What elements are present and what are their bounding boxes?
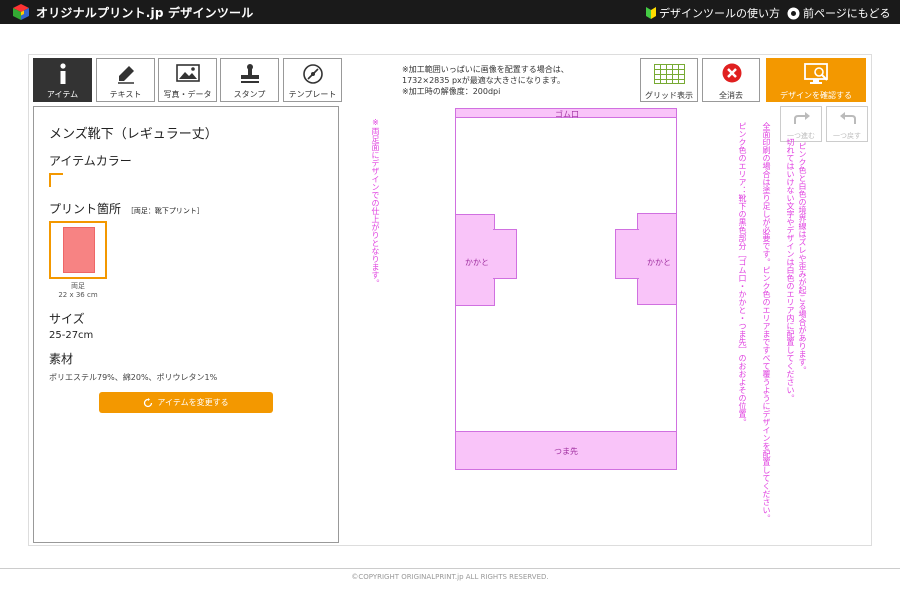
left-vertical-note: ※両足面にデザインでの仕上がりとなります。: [371, 118, 380, 287]
monitor-search-icon: [804, 63, 828, 84]
change-item-label: アイテムを変更する: [157, 398, 229, 407]
tab-template[interactable]: テンプレート: [283, 58, 342, 102]
confirm-design-label: デザインを確認する: [780, 91, 852, 100]
clear-all-label: 全消去: [719, 91, 743, 100]
note-line-3: ※加工時の解像度：200dpi: [402, 87, 501, 96]
right-vertical-note-1: ピンク色と白色の境界線はズレや歪みが起こる場合があります。: [798, 142, 807, 374]
stamp-icon: [240, 64, 259, 83]
tab-stamp-label: スタンプ: [233, 90, 266, 99]
thumb-size: 22 x 36 cm: [58, 291, 98, 299]
close-circle-icon: [722, 63, 742, 83]
footer-divider: [0, 568, 900, 569]
confirm-design-button[interactable]: デザインを確認する: [766, 58, 866, 102]
beginner-mark-icon: [646, 7, 656, 19]
undo-icon: [840, 112, 856, 124]
clear-all-button[interactable]: 全消去: [702, 58, 760, 102]
color-swatch[interactable]: [49, 173, 63, 187]
heel-area-left-step: [493, 229, 517, 279]
toe-label: つま先: [554, 447, 578, 456]
print-area-thumb[interactable]: [49, 221, 107, 279]
pen-icon: [117, 66, 134, 84]
size-value: 25-27cm: [49, 330, 94, 341]
redo-icon: [794, 112, 810, 124]
back-link-label: 前ページにもどる: [803, 7, 891, 20]
tab-stamp[interactable]: スタンプ: [220, 58, 279, 102]
size-heading: サイズ: [49, 312, 85, 326]
rib-label: ゴム口: [555, 110, 579, 119]
design-canvas[interactable]: ゴム口 かかと かかと つま先: [455, 108, 677, 470]
redo-button[interactable]: 一つ進む: [780, 106, 822, 142]
heel-label-right: かかと: [647, 258, 671, 267]
right-vertical-note-2: 切れてはいけない文字やデザインは白色のエリア内に配置してください。: [786, 138, 795, 402]
top-bar: オリジナルプリント.jp デザインツール デザインツールの使い方 前ページにもど…: [0, 0, 900, 24]
tab-item[interactable]: アイテム: [33, 58, 92, 102]
heel-area-right-step: [615, 229, 639, 279]
print-area-heading: プリント箇所 ［両足：靴下プリント］: [49, 200, 204, 217]
info-icon: [59, 63, 66, 84]
app-title: オリジナルプリント.jp デザインツール: [36, 6, 254, 20]
heel-label-left: かかと: [465, 258, 489, 267]
print-size-note: ※加工範囲いっぱいに画像を配置する場合は、 1732×2835 pxが最適な大き…: [402, 64, 569, 97]
grid-icon: [654, 64, 685, 84]
change-item-button[interactable]: アイテムを変更する: [99, 392, 273, 413]
material-value: ポリエステル79%、綿20%、ポリウレタン1%: [49, 373, 218, 382]
guide-link-label: デザインツールの使い方: [659, 7, 780, 20]
print-area-heading-label: プリント箇所: [49, 202, 122, 216]
right-vertical-note-3: 全面印刷の場合は塗り足しが必要です。ピンク色のエリアまですべて覆うようにデザイン…: [762, 122, 771, 522]
copyright: ©COPYRIGHT ORIGINALPRINT.jp ALL RIGHTS R…: [351, 573, 549, 581]
material-heading: 素材: [49, 352, 74, 366]
refresh-icon: [144, 397, 153, 407]
tab-template-label: テンプレート: [288, 90, 337, 99]
image-icon: [175, 64, 200, 82]
tab-text[interactable]: テキスト: [96, 58, 155, 102]
back-link[interactable]: 前ページにもどる: [787, 5, 891, 21]
right-vertical-note-4: ピンク色のエリア：靴下の黒色部分［ゴム口・かかと・つま先］のおおよその位置。: [738, 122, 747, 426]
tab-photo[interactable]: 写真・データ: [158, 58, 217, 102]
tab-text-label: テキスト: [109, 90, 142, 99]
note-line-1: ※加工範囲いっぱいに画像を配置する場合は、: [402, 65, 569, 74]
guide-link[interactable]: デザインツールの使い方: [646, 5, 780, 21]
template-icon: [302, 64, 323, 84]
undo-label: 一つ戻す: [833, 132, 861, 140]
grid-toggle-label: グリッド表示: [645, 91, 693, 100]
tab-item-label: アイテム: [46, 90, 79, 99]
item-panel: メンズ靴下（レギュラー丈） アイテムカラー プリント箇所 ［両足：靴下プリント］…: [33, 106, 339, 543]
back-circle-icon: [787, 7, 800, 19]
print-area-preview: [63, 227, 95, 273]
tab-photo-label: 写真・データ: [163, 90, 212, 99]
item-color-heading: アイテムカラー: [49, 154, 132, 168]
print-area-note: ［両足：靴下プリント］: [126, 207, 204, 215]
note-line-2: 1732×2835 pxが最適な大きさになります。: [402, 76, 565, 85]
grid-toggle-button[interactable]: グリッド表示: [640, 58, 698, 102]
thumb-label: 両足: [71, 282, 85, 290]
logo-cube-icon: [13, 4, 29, 20]
undo-button[interactable]: 一つ戻す: [826, 106, 868, 142]
item-title: メンズ靴下（レギュラー丈）: [49, 127, 218, 142]
